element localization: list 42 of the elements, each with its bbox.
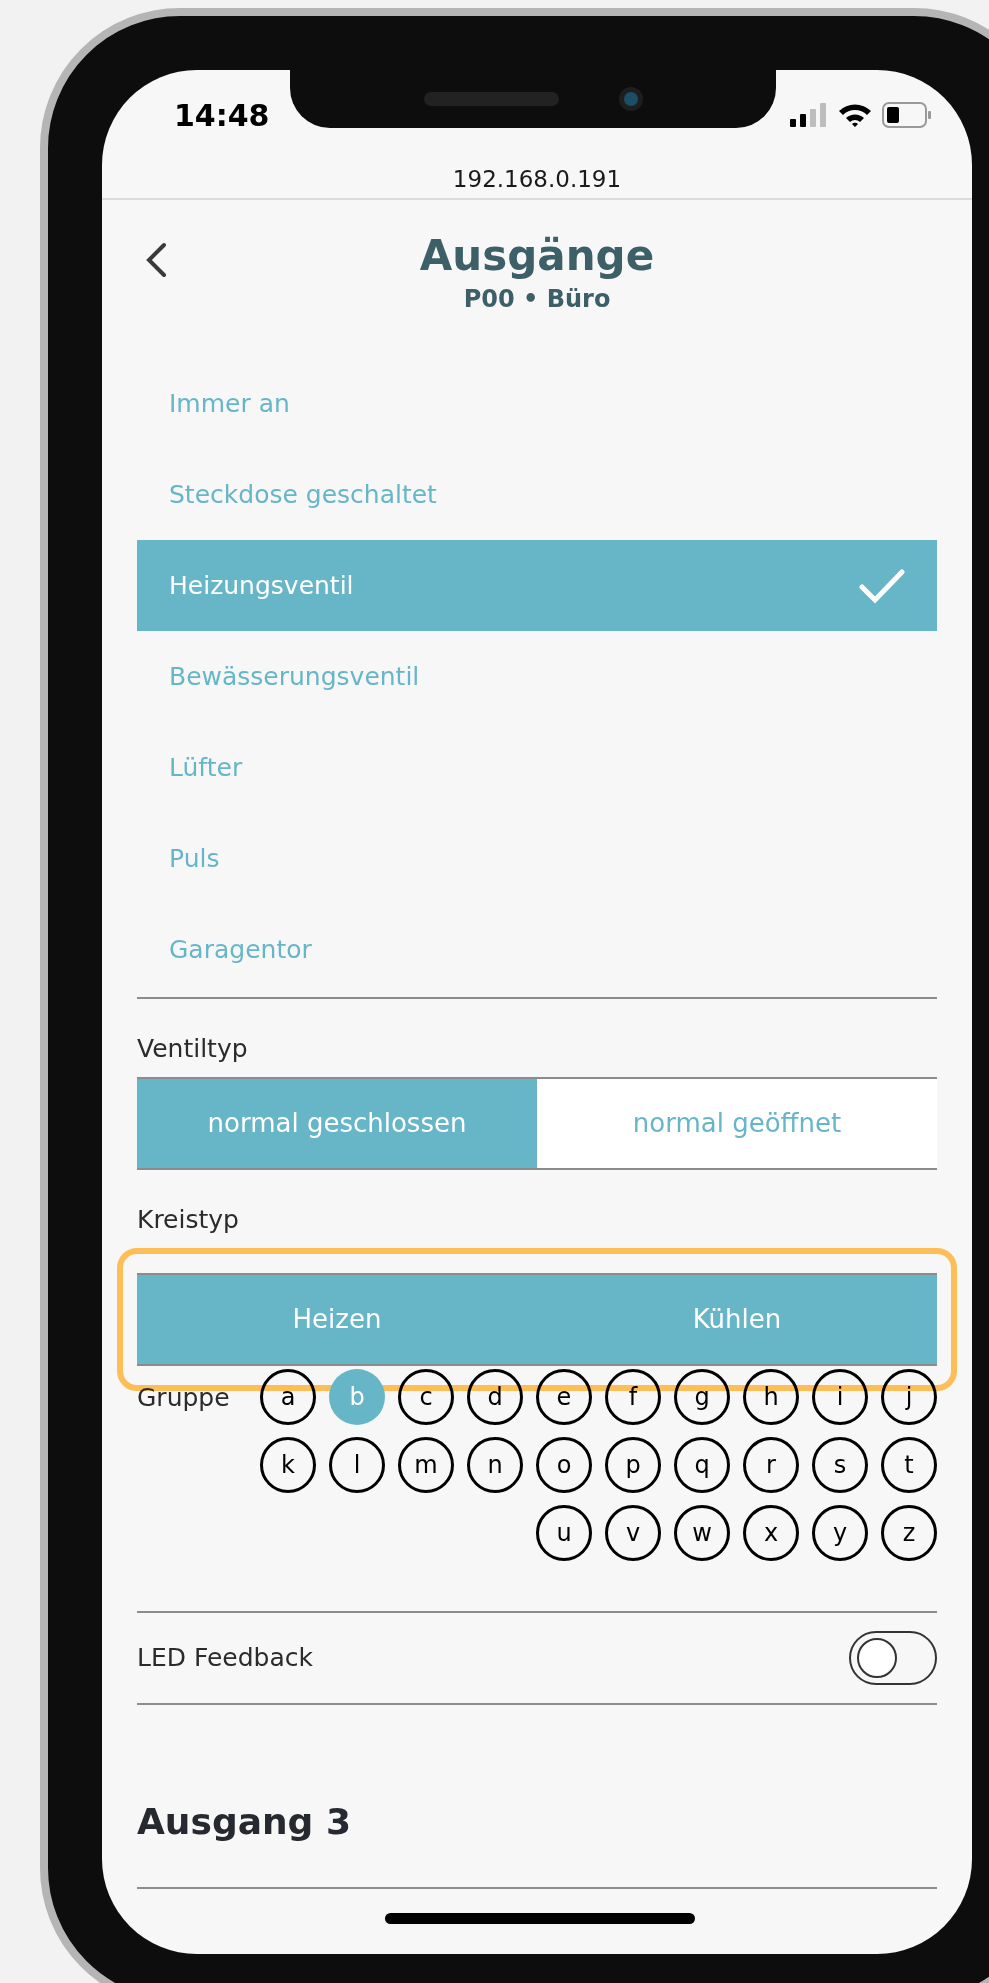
group-letter[interactable]: i <box>812 1369 868 1425</box>
group-letter[interactable]: c <box>398 1369 454 1425</box>
section-label: Kreistyp <box>137 1204 240 1237</box>
page-title: Ausgänge <box>419 230 655 282</box>
page-subtitle: P00 • Büro <box>463 284 611 314</box>
group-letter[interactable]: x <box>743 1505 799 1561</box>
status-time: 14:48 <box>174 96 270 135</box>
group-letter[interactable]: m <box>398 1437 454 1493</box>
section-heading: Ausgang 3 <box>137 1800 351 1844</box>
group-letter[interactable]: w <box>674 1505 730 1561</box>
group-letter[interactable]: t <box>881 1437 937 1493</box>
group-letter[interactable]: o <box>536 1437 592 1493</box>
group-letter[interactable]: k <box>260 1437 316 1493</box>
group-letter[interactable]: e <box>536 1369 592 1425</box>
toggle-knob <box>857 1638 897 1678</box>
group-letter[interactable]: r <box>743 1437 799 1493</box>
group-letter[interactable]: p <box>605 1437 661 1493</box>
back-icon <box>145 242 167 278</box>
battery-icon <box>882 102 932 128</box>
group-letter[interactable]: v <box>605 1505 661 1561</box>
group-letter[interactable]: u <box>536 1505 592 1561</box>
section-label: Ventiltyp <box>137 1033 249 1066</box>
group-letter[interactable]: g <box>674 1369 730 1425</box>
group-letter[interactable]: a <box>260 1369 316 1425</box>
signal-icon <box>790 103 828 127</box>
group-letter[interactable]: y <box>812 1505 868 1561</box>
group-letter[interactable]: q <box>674 1437 730 1493</box>
camera-icon <box>618 87 643 111</box>
group-letter[interactable]: f <box>605 1369 661 1425</box>
group-letter[interactable]: j <box>881 1369 937 1425</box>
section-label: Gruppe <box>137 1382 230 1414</box>
setting-label: LED Feedback <box>137 1642 313 1675</box>
check-icon <box>859 567 905 604</box>
group-letter[interactable]: l <box>329 1437 385 1493</box>
group-letter[interactable]: z <box>881 1505 937 1561</box>
group-letter[interactable]: d <box>467 1369 523 1425</box>
group-letter[interactable]: h <box>743 1369 799 1425</box>
wifi-icon <box>838 102 872 128</box>
url-text: 192.168.0.191 <box>452 164 622 194</box>
group-letter[interactable]: s <box>812 1437 868 1493</box>
toggle-switch[interactable] <box>849 1631 937 1685</box>
group-letter[interactable]: n <box>467 1437 523 1493</box>
